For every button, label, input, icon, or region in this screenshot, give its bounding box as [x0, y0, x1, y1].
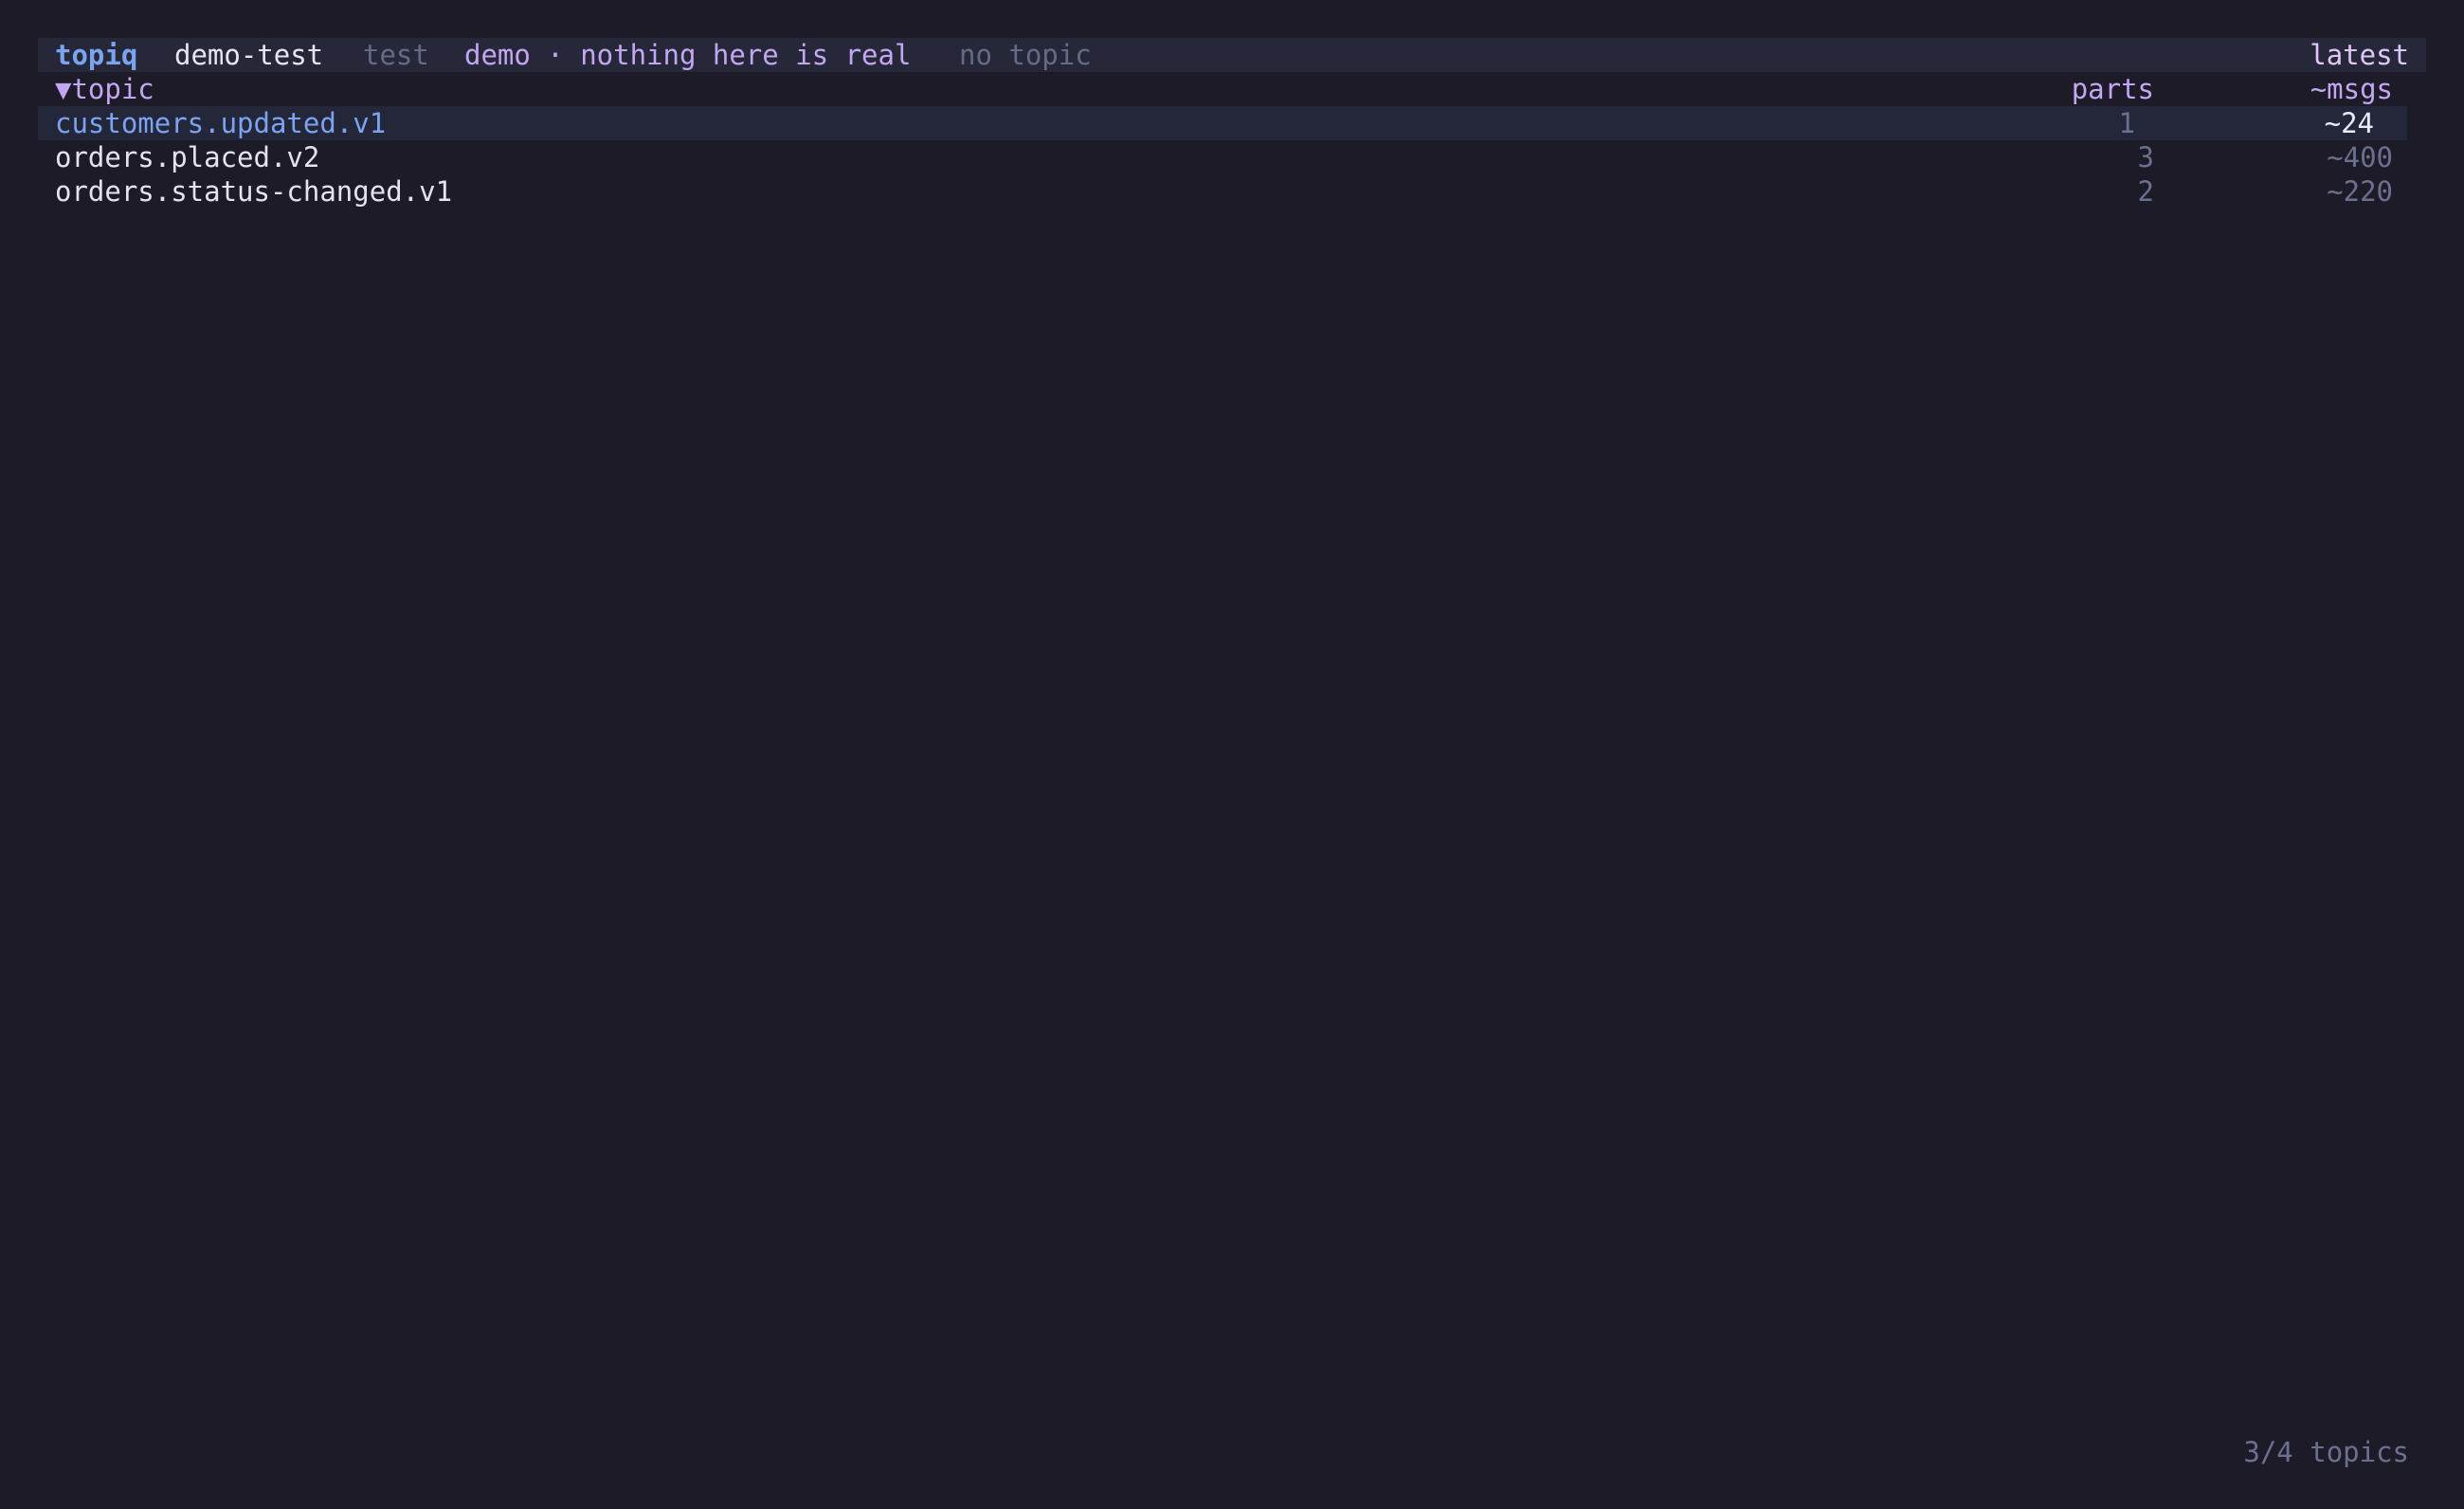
header-topic[interactable]: ▼topic: [55, 72, 154, 106]
offset-mode[interactable]: latest: [2310, 38, 2409, 72]
topic-name: orders.status-changed.v1: [55, 175, 453, 208]
context-label: demo · nothing here is real: [464, 39, 912, 71]
status-bar: topiq demo-test test demo · nothing here…: [38, 38, 2426, 72]
topic-count: 3/4 topics: [2243, 1436, 2409, 1468]
partition-count: 2: [2137, 175, 2154, 208]
table-row[interactable]: orders.status-changed.v1 2 ~220: [38, 174, 2426, 209]
message-count: ~400: [2327, 141, 2393, 173]
environment-label: test: [363, 39, 429, 71]
table-header: ▼topic parts ~msgs: [38, 72, 2426, 106]
partition-count: 1: [2118, 107, 2135, 139]
message-count: ~220: [2327, 175, 2393, 208]
table-row[interactable]: orders.placed.v2 3 ~400: [38, 140, 2426, 174]
cluster-name[interactable]: demo-test: [174, 38, 323, 72]
app-name: topiq: [55, 39, 138, 71]
partition-count: 3: [2137, 141, 2154, 173]
header-msgs[interactable]: ~msgs: [2310, 72, 2393, 106]
footer: 3/4 topics: [38, 1435, 2426, 1469]
topic-name: customers.updated.v1: [55, 107, 387, 139]
topic-state: no topic: [959, 39, 1092, 71]
message-count: ~24: [2324, 107, 2374, 139]
topic-name: orders.placed.v2: [55, 141, 320, 173]
table-row[interactable]: customers.updated.v1 1 ~24: [38, 106, 2407, 140]
header-parts[interactable]: parts: [2072, 72, 2154, 106]
